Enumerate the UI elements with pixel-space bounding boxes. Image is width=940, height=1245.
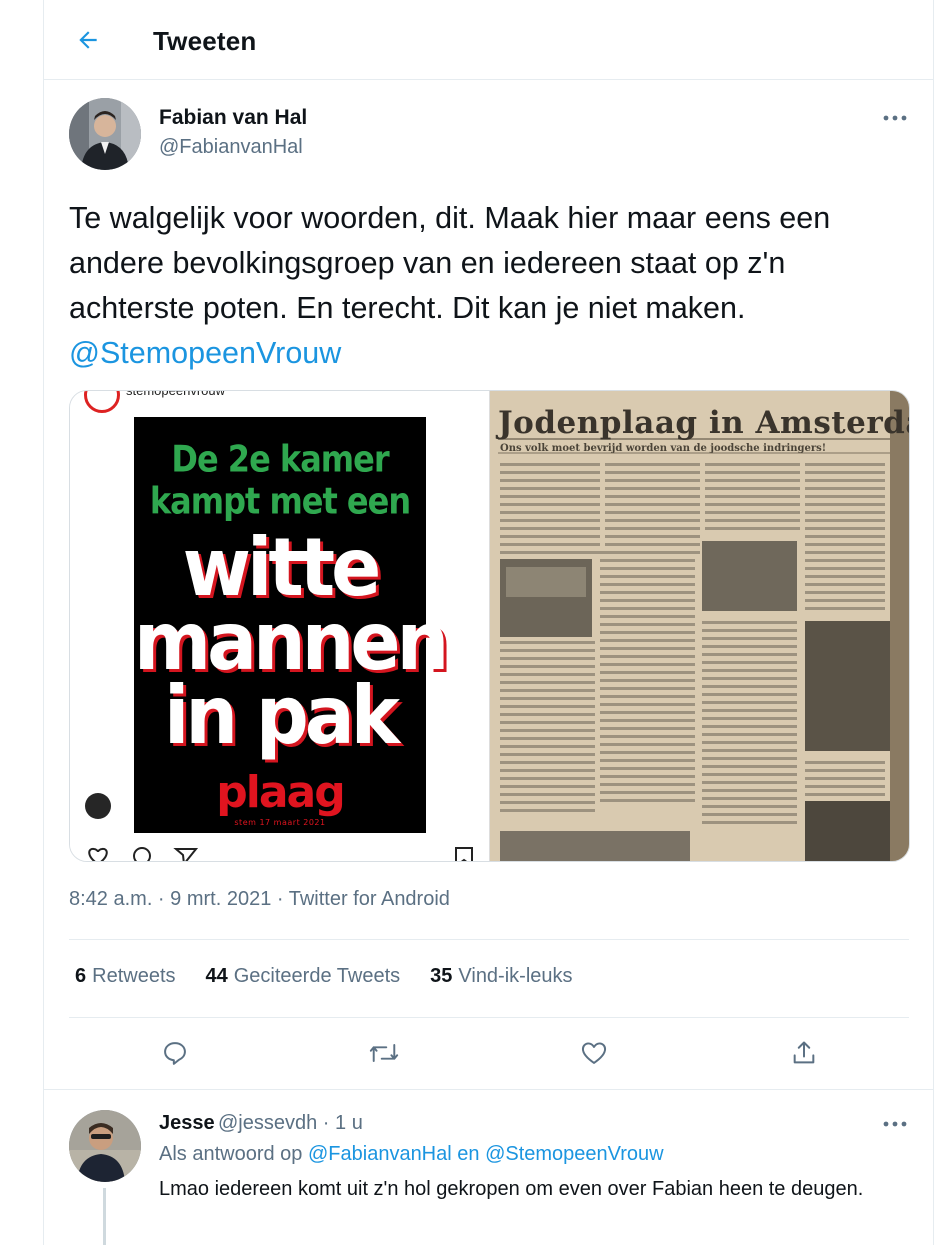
tweet-timestamp[interactable]: 8:42 a.m. · 9 mrt. 2021 · Twitter for An… xyxy=(69,888,450,911)
retweets-count: 6 xyxy=(75,965,87,987)
quotes-label: Geciteerde Tweets xyxy=(233,965,401,987)
instagram-screenshot: stemopeenvrouw De 2e kamer kampt met een… xyxy=(70,390,490,861)
likes-stat[interactable]: 35 Vind-ik-leuks xyxy=(430,965,572,988)
reply-text: Lmao iedereen komt uit z'n hol gekropen … xyxy=(159,1178,864,1200)
reply-more-options-button[interactable] xyxy=(880,1114,910,1134)
likes-label: Vind-ik-leuks xyxy=(458,965,573,987)
tweet-actions xyxy=(44,1035,933,1071)
newspaper-texture xyxy=(490,391,909,861)
tweet-detail-column: Tweeten Fabian van Hal @FabianvanHal Te … xyxy=(43,0,934,1245)
likes-count: 35 xyxy=(430,965,453,987)
reply-button[interactable] xyxy=(157,1035,193,1071)
person-photo xyxy=(69,98,141,170)
reply-author-meta[interactable]: @jessevdh · 1 u xyxy=(218,1112,363,1135)
share-icon xyxy=(793,1041,815,1064)
poster-line: kampt met een xyxy=(149,479,411,523)
like-icon xyxy=(581,1042,607,1064)
reply-to-user-link[interactable]: @FabianvanHal xyxy=(308,1143,452,1165)
share-button[interactable] xyxy=(786,1035,822,1071)
reply-author-name[interactable]: Jesse xyxy=(159,1112,215,1135)
newspaper-subhead: Ons volk moet bevrijd worden van de jood… xyxy=(500,443,827,454)
more-options-button[interactable] xyxy=(880,108,910,128)
quotes-stat[interactable]: 44 Geciteerde Tweets xyxy=(206,965,401,988)
poster-line: stem 17 maart 2021 xyxy=(234,818,326,827)
poster-line: plaag xyxy=(216,767,345,818)
poster-line: in pak xyxy=(164,669,400,763)
reply-to-prefix: Als antwoord op xyxy=(159,1143,303,1165)
arrow-left-icon xyxy=(79,31,97,49)
user-tag-icon xyxy=(85,793,111,819)
tweet-stats: 6 Retweets 44 Geciteerde Tweets 35 Vind-ik-… xyxy=(75,965,573,988)
newspaper-headline: Jodenplaag in Amsterdam xyxy=(498,405,909,441)
reply-avatar[interactable] xyxy=(69,1110,141,1182)
poster-line: De 2e kamer xyxy=(171,437,389,481)
page-header: Tweeten xyxy=(44,0,933,80)
reply-to-join: en xyxy=(457,1143,480,1165)
tweet-body: Te walgelijk voor woorden, dit. Maak hie… xyxy=(69,201,831,325)
more-icon xyxy=(883,115,907,121)
mention-link[interactable]: @StemopeenVrouw xyxy=(69,336,341,370)
instagram-actions xyxy=(84,846,474,861)
quotes-count: 44 xyxy=(205,965,228,987)
reply-to-line: Als antwoord op @FabianvanHal en @Stemop… xyxy=(159,1143,664,1166)
author-handle[interactable]: @FabianvanHal xyxy=(159,136,303,159)
reply-tweet[interactable]: Jesse @jessevdh · 1 u Als antwoord op @F… xyxy=(44,1089,933,1245)
newspaper-clipping: Jodenplaag in Amsterdam Ons volk moet be… xyxy=(490,391,909,861)
more-icon xyxy=(883,1121,907,1127)
divider xyxy=(69,1017,909,1018)
instagram-account-name: stemopeenvrouw xyxy=(126,390,225,398)
retweet-icon xyxy=(369,1044,399,1062)
reply-to-user-link[interactable]: @StemopeenVrouw xyxy=(485,1143,664,1165)
campaign-poster: De 2e kamer kampt met een witte mannen i… xyxy=(134,417,449,833)
reply-icon xyxy=(164,1042,186,1065)
back-button[interactable] xyxy=(68,20,108,60)
retweets-stat[interactable]: 6 Retweets xyxy=(75,965,176,988)
retweets-label: Retweets xyxy=(92,965,176,987)
author-name[interactable]: Fabian van Hal xyxy=(159,106,307,130)
page-title: Tweeten xyxy=(153,26,257,56)
retweet-button[interactable] xyxy=(366,1035,402,1071)
person-photo xyxy=(69,1110,141,1182)
tweet-text: Te walgelijk voor woorden, dit. Maak hie… xyxy=(69,196,919,376)
instagram-action-icons xyxy=(88,847,473,861)
thread-line xyxy=(103,1188,106,1245)
like-button[interactable] xyxy=(576,1035,612,1071)
instagram-profile-icon xyxy=(84,391,120,413)
tweet-media[interactable]: stemopeenvrouw De 2e kamer kampt met een… xyxy=(69,390,910,862)
author-avatar[interactable] xyxy=(69,98,141,170)
divider xyxy=(69,939,909,940)
